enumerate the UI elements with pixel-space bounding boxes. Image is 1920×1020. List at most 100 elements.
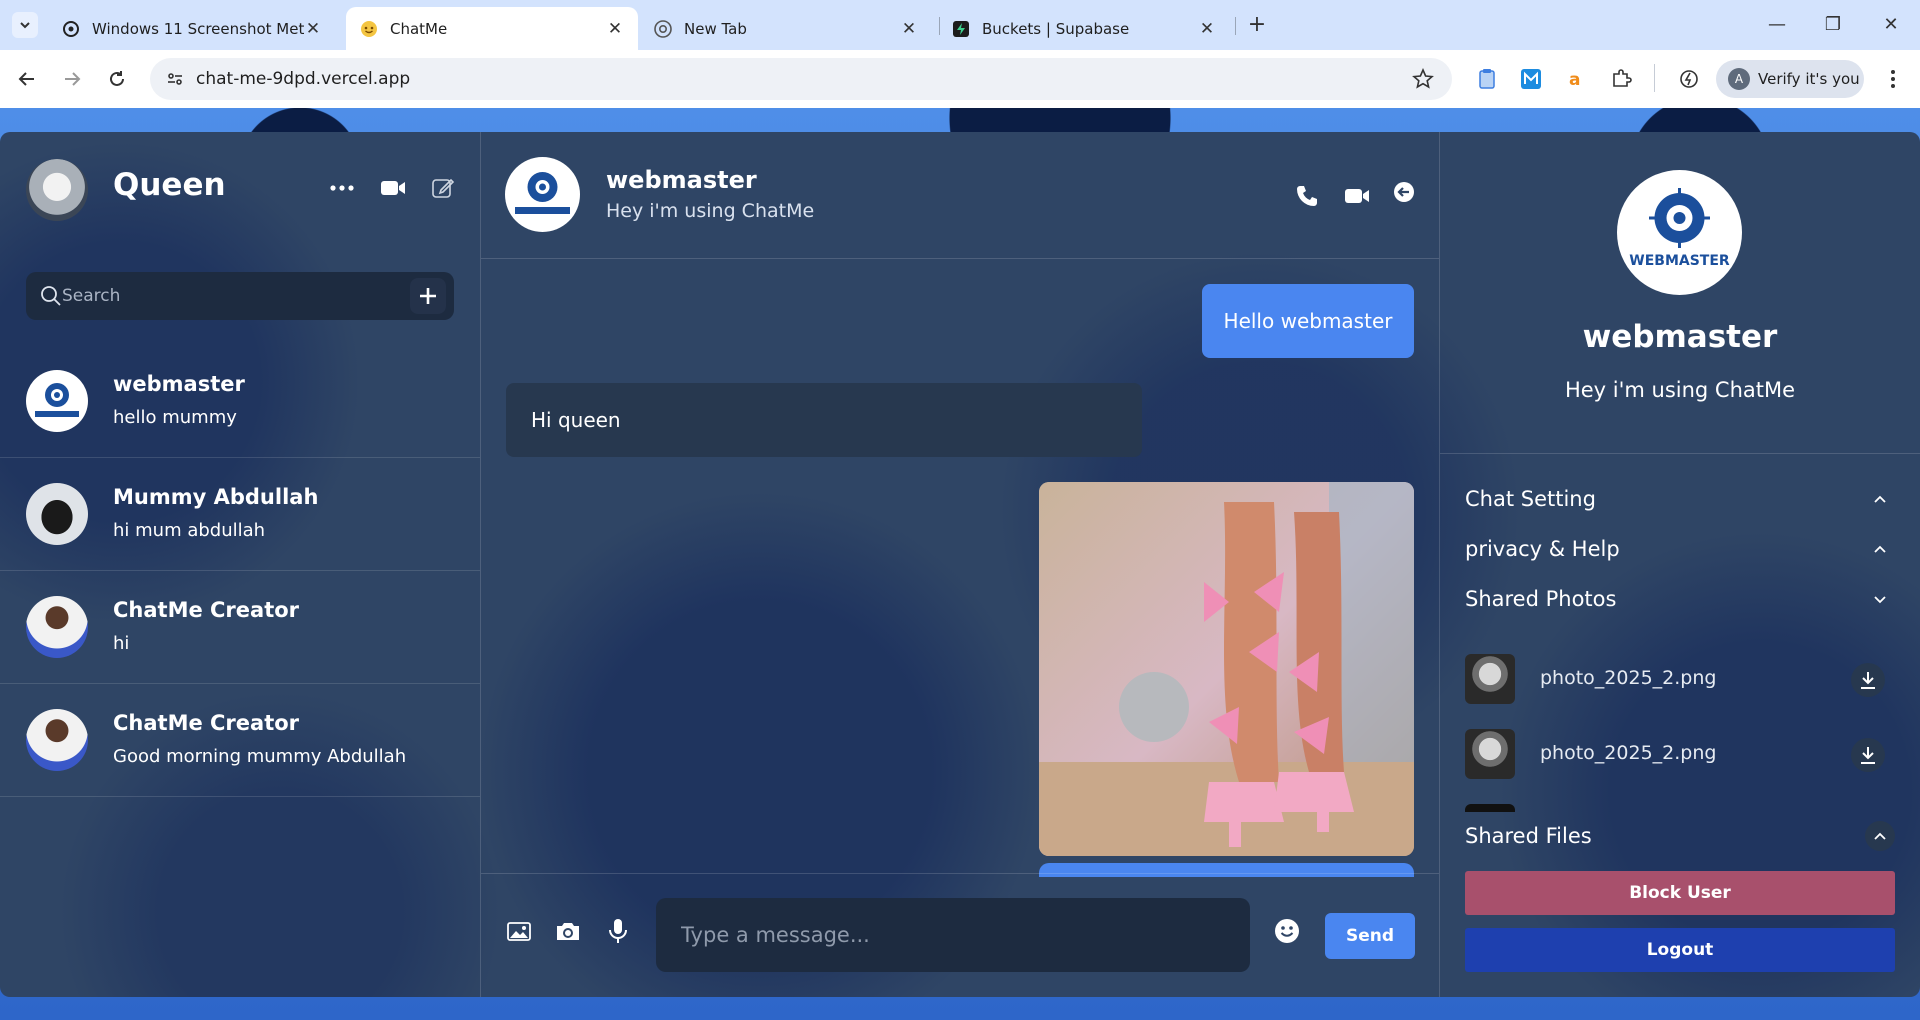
chevron-up-icon[interactable] [1865,821,1895,851]
my-avatar[interactable] [26,159,88,221]
logout-button[interactable]: Logout [1465,928,1895,972]
contact-name: Mummy Abdullah [113,485,319,509]
contact-avatar [26,709,88,771]
tab-title: Windows 11 Screenshot Metho [92,19,304,38]
contact-last-message: hi mum abdullah [113,520,266,541]
contact-item[interactable]: Mummy Abdullah hi mum abdullah [0,458,480,571]
bookmark-star-icon[interactable] [1412,67,1434,94]
contact-last-message: hello mummy [113,407,237,428]
edit-icon[interactable] [428,176,458,200]
panel-divider [1439,132,1440,997]
contact-item[interactable]: webmaster hello mummy [0,345,480,458]
browser-tab[interactable]: Windows 11 Screenshot Metho ✕ [48,7,336,50]
download-icon[interactable] [1851,738,1885,772]
video-call-icon[interactable] [1343,182,1371,210]
reload-icon[interactable] [102,64,132,94]
contact-item[interactable]: ChatMe Creator hi [0,571,480,684]
video-icon[interactable] [378,176,408,200]
block-user-button[interactable]: Block User [1465,871,1895,915]
tab-title: New Tab [684,19,747,38]
close-tab-icon[interactable]: ✕ [606,19,624,39]
browser-menu-icon[interactable] [1880,66,1906,92]
camera-icon[interactable] [554,917,582,945]
browser-tab[interactable]: New Tab ✕ [640,7,932,50]
address-bar[interactable]: chat-me-9dpd.vercel.app [150,58,1452,100]
profile-status: Hey i'm using ChatMe [1564,378,1796,402]
microphone-icon[interactable] [604,917,632,945]
extension-clipboard-icon[interactable] [1474,66,1500,92]
verify-profile-button[interactable]: A Verify it's you [1716,60,1864,98]
shared-image-message[interactable] [1039,482,1414,856]
contact-name: ChatMe Creator [113,711,300,735]
send-button[interactable]: Send [1325,913,1415,959]
search-icon [40,285,62,311]
photo-filename: photo_2025_2.png [1540,667,1717,689]
tab-title: ChatMe [390,19,448,38]
chat-setting-label: Chat Setting [1465,487,1596,511]
input-divider [481,873,1439,874]
close-tab-icon[interactable]: ✕ [900,19,918,39]
extensions-puzzle-icon[interactable] [1608,66,1634,92]
contact-search [26,272,454,320]
chat-contact-status: Hey i'm using ChatMe [606,200,815,222]
restore-icon[interactable]: ❐ [1820,12,1846,38]
add-contact-button[interactable] [410,278,446,314]
chevron-up-icon[interactable] [1865,534,1895,564]
my-name: Queen [113,167,226,203]
tab-title: Buckets | Supabase [982,19,1130,38]
forward-icon[interactable] [57,64,87,94]
tab-search-button[interactable] [12,12,38,38]
minimize-icon[interactable]: — [1764,12,1790,38]
search-input[interactable] [62,280,402,312]
shared-files-section[interactable]: Shared Files [1465,820,1895,852]
contact-avatar [26,596,88,658]
profile-avatar: A [1728,68,1750,90]
contact-name: ChatMe Creator [113,598,300,622]
received-message: Hi queen [506,383,1142,457]
new-tab-button[interactable]: + [1244,12,1270,38]
tab-separator [1235,17,1236,35]
gallery-icon[interactable] [505,917,533,945]
profile-name: webmaster [1582,319,1778,355]
browser-toolbar: chat-me-9dpd.vercel.app a A Verify it's … [0,50,1920,108]
shared-photos-label: Shared Photos [1465,587,1617,611]
chevron-up-icon[interactable] [1865,484,1895,514]
performance-icon[interactable] [1676,66,1702,92]
extension-amazon-icon[interactable]: a [1562,66,1588,92]
shared-photos-section[interactable]: Shared Photos [1465,583,1895,615]
browser-tab[interactable]: Buckets | Supabase ✕ [938,7,1230,50]
privacy-help-label: privacy & Help [1465,537,1620,561]
message-input[interactable] [656,898,1250,972]
close-tab-icon[interactable]: ✕ [1198,19,1216,39]
toolbar-separator [1654,64,1655,92]
more-options-icon[interactable] [327,176,357,200]
chat-contact-avatar[interactable] [505,157,580,232]
download-icon[interactable] [1851,663,1885,697]
profile-avatar-large: WEBMASTER [1617,170,1742,295]
chevron-down-icon[interactable] [1865,584,1895,614]
phone-icon[interactable] [1293,182,1321,210]
chrome-icon [654,19,672,38]
site-settings-icon[interactable] [166,70,184,92]
shared-photo-item[interactable]: photo_2025_2.png [1465,654,1895,706]
back-arrow-icon[interactable] [1390,178,1418,206]
close-window-icon[interactable]: ✕ [1878,12,1904,38]
photo-thumbnail-partial [1465,804,1515,812]
panel-divider [480,132,481,997]
shared-photo-item[interactable]: photo_2025_2.png [1465,729,1895,781]
chat-app: Queen webmaster hello mummy Mummy Abdull… [0,132,1920,997]
contact-last-message: hi [113,633,130,654]
svg-text:a: a [1569,70,1580,90]
contact-item[interactable]: ChatMe Creator Good morning mummy Abdull… [0,684,480,797]
back-icon[interactable] [12,64,42,94]
close-tab-icon[interactable]: ✕ [304,19,322,39]
chat-setting-section[interactable]: Chat Setting [1465,483,1895,515]
emoji-icon[interactable] [1273,917,1301,945]
profile-logo-text: WEBMASTER [1629,253,1730,269]
chatme-icon [360,20,378,38]
browser-tab-active[interactable]: ChatMe ✕ [346,7,638,50]
url-text: chat-me-9dpd.vercel.app [196,69,411,89]
privacy-help-section[interactable]: privacy & Help [1465,533,1895,565]
photo-thumbnail [1465,729,1515,779]
extension-m-icon[interactable] [1518,66,1544,92]
